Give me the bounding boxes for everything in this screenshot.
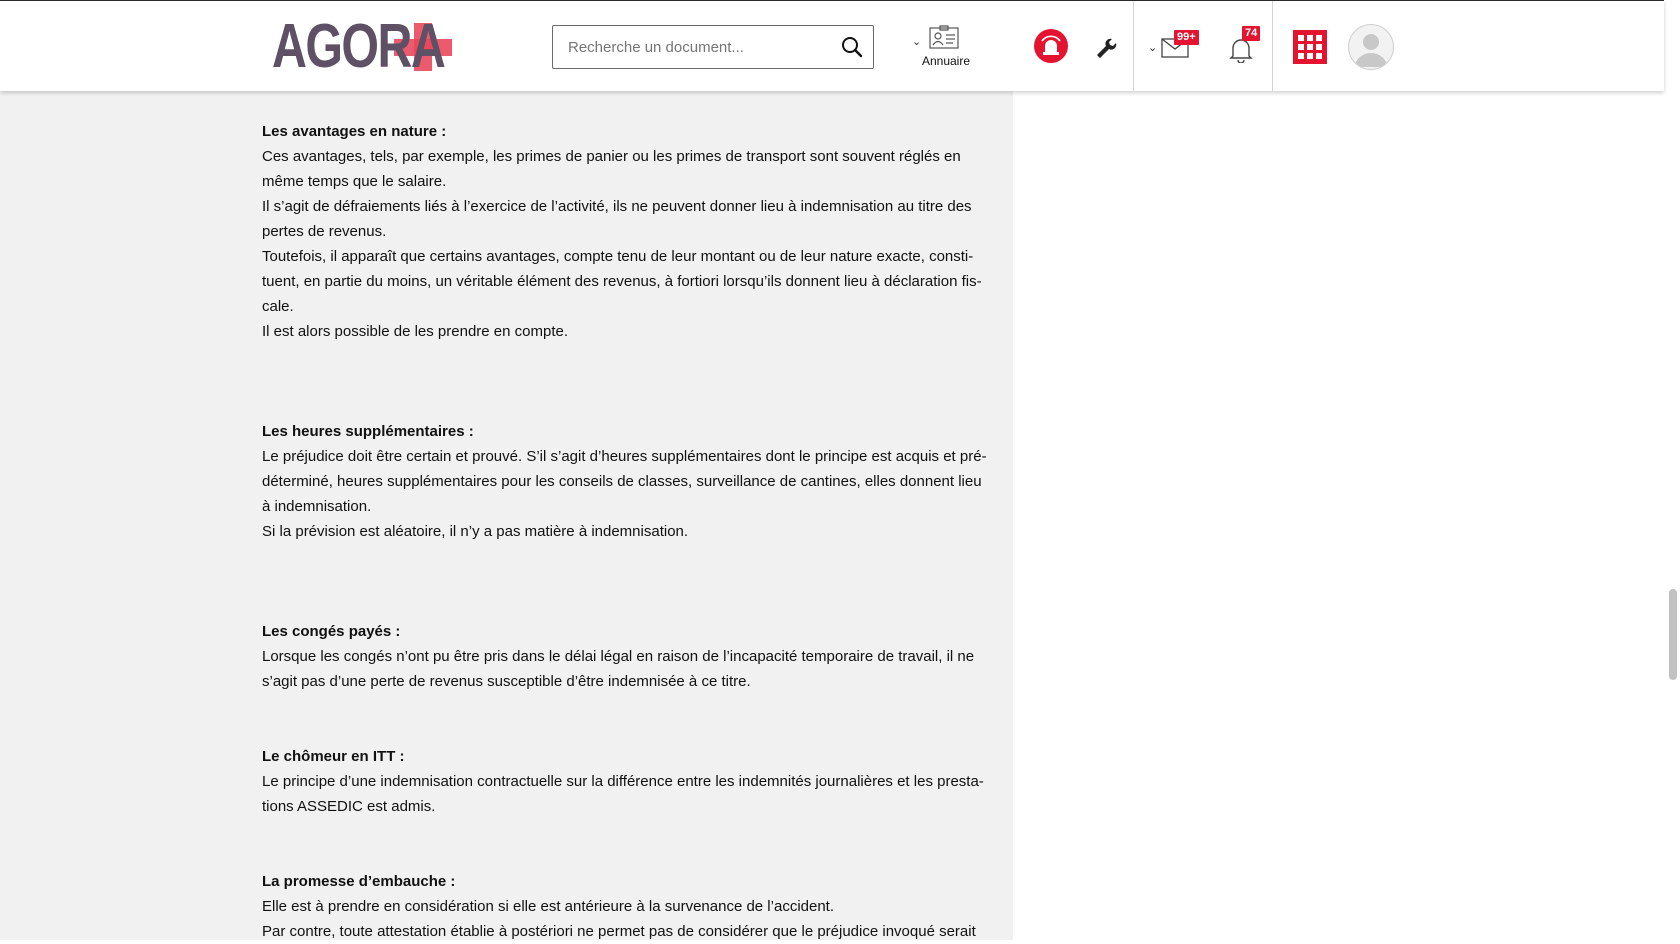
agora-logo[interactable]: AGORA [272,12,452,81]
section-title: Les avantages en nature : [262,123,447,140]
search-box [552,25,874,69]
section-conges-payes: Les congés payés : Lorsque les congés n’… [262,619,992,694]
section-line: tions ASSEDIC est admis. [262,798,436,815]
section-line: Toutefois, il apparaît que certains avan… [262,248,974,265]
grid-dot [1298,44,1304,50]
section-line: Lorsque les congés n’ont pu être pris da… [262,648,975,665]
section-line: Il est alors possible de les prendre en … [262,323,568,340]
section-line: même temps que le salaire. [262,173,447,190]
section-line: cale. [262,298,294,315]
section-title: Le chômeur en ITT : [262,748,405,765]
logo-text: AGORA [272,12,446,81]
mail-badge: 99+ [1174,30,1199,45]
grid-dot [1316,44,1322,50]
section-title: La promesse d’embauche : [262,873,456,890]
contact-card-icon [929,25,959,54]
page-scrollbar-thumb[interactable] [1669,589,1677,680]
notifications-badge: 74 [1242,26,1261,41]
section-line: Le principe d’une indemnisation contract… [262,773,984,790]
grid-dot [1316,35,1322,41]
search-icon[interactable] [841,36,863,58]
grid-dot [1298,53,1304,59]
header-divider [1133,1,1134,91]
wrench-icon[interactable] [1094,35,1118,59]
annuaire-button[interactable]: ⌄ Annuaire [910,23,970,73]
page-scrollbar-track[interactable] [1666,90,1680,940]
section-chomeur-itt: Le chômeur en ITT : Le principe d’une in… [262,744,992,819]
grid-dot [1307,53,1313,59]
section-line: Ces avantages, tels, par exemple, les pr… [262,148,961,165]
grid-dot [1307,44,1313,50]
section-title: Les congés payés : [262,623,401,640]
section-title: Les heures supplémentaires : [262,423,474,440]
top-header: AGORA ⌄ Annuaire [0,0,1664,91]
chevron-down-icon[interactable]: ⌄ [912,35,921,48]
siren-icon[interactable] [1034,29,1068,63]
section-heures-supplementaires: Les heures supplémentaires : Le préjudic… [262,419,992,544]
search-input[interactable] [553,26,838,68]
notifications-button[interactable]: 74 [1228,26,1261,69]
section-line: à indemnisation. [262,498,372,515]
bell-icon [1228,37,1254,68]
grid-dot [1298,35,1304,41]
section-promesse-embauche: La promesse d’embauche : Elle est à pren… [262,869,992,944]
chevron-down-icon[interactable]: ⌄ [1148,41,1157,54]
section-line: Elle est à prendre en considération si e… [262,898,835,915]
section-line: Par contre, toute attestation établie à … [262,923,976,940]
grid-dot [1316,53,1322,59]
section-line: déterminé, heures supplémentaires pour l… [262,473,982,490]
grid-icon[interactable] [1293,30,1327,64]
section-line: tuent, en partie du moins, un véritable … [262,273,982,290]
header-divider [1272,1,1273,91]
grid-dot [1307,35,1313,41]
annuaire-label: Annuaire [921,54,971,68]
section-line: pertes de revenus. [262,223,387,240]
mail-button[interactable]: ⌄ 99+ [1148,29,1208,69]
section-line: Le préjudice doit être certain et prouvé… [262,448,987,465]
section-avantages-nature: Les avantages en nature : Ces avantages,… [262,119,992,344]
document-body: Les avantages en nature : Ces avantages,… [262,119,992,944]
section-line: s’agit pas d’une perte de revenus suscep… [262,673,751,690]
section-line: Il s’agit de défraiements liés à l’exerc… [262,198,972,215]
avatar-icon[interactable] [1348,24,1394,70]
section-line: Si la prévision est aléatoire, il n’y a … [262,523,689,540]
